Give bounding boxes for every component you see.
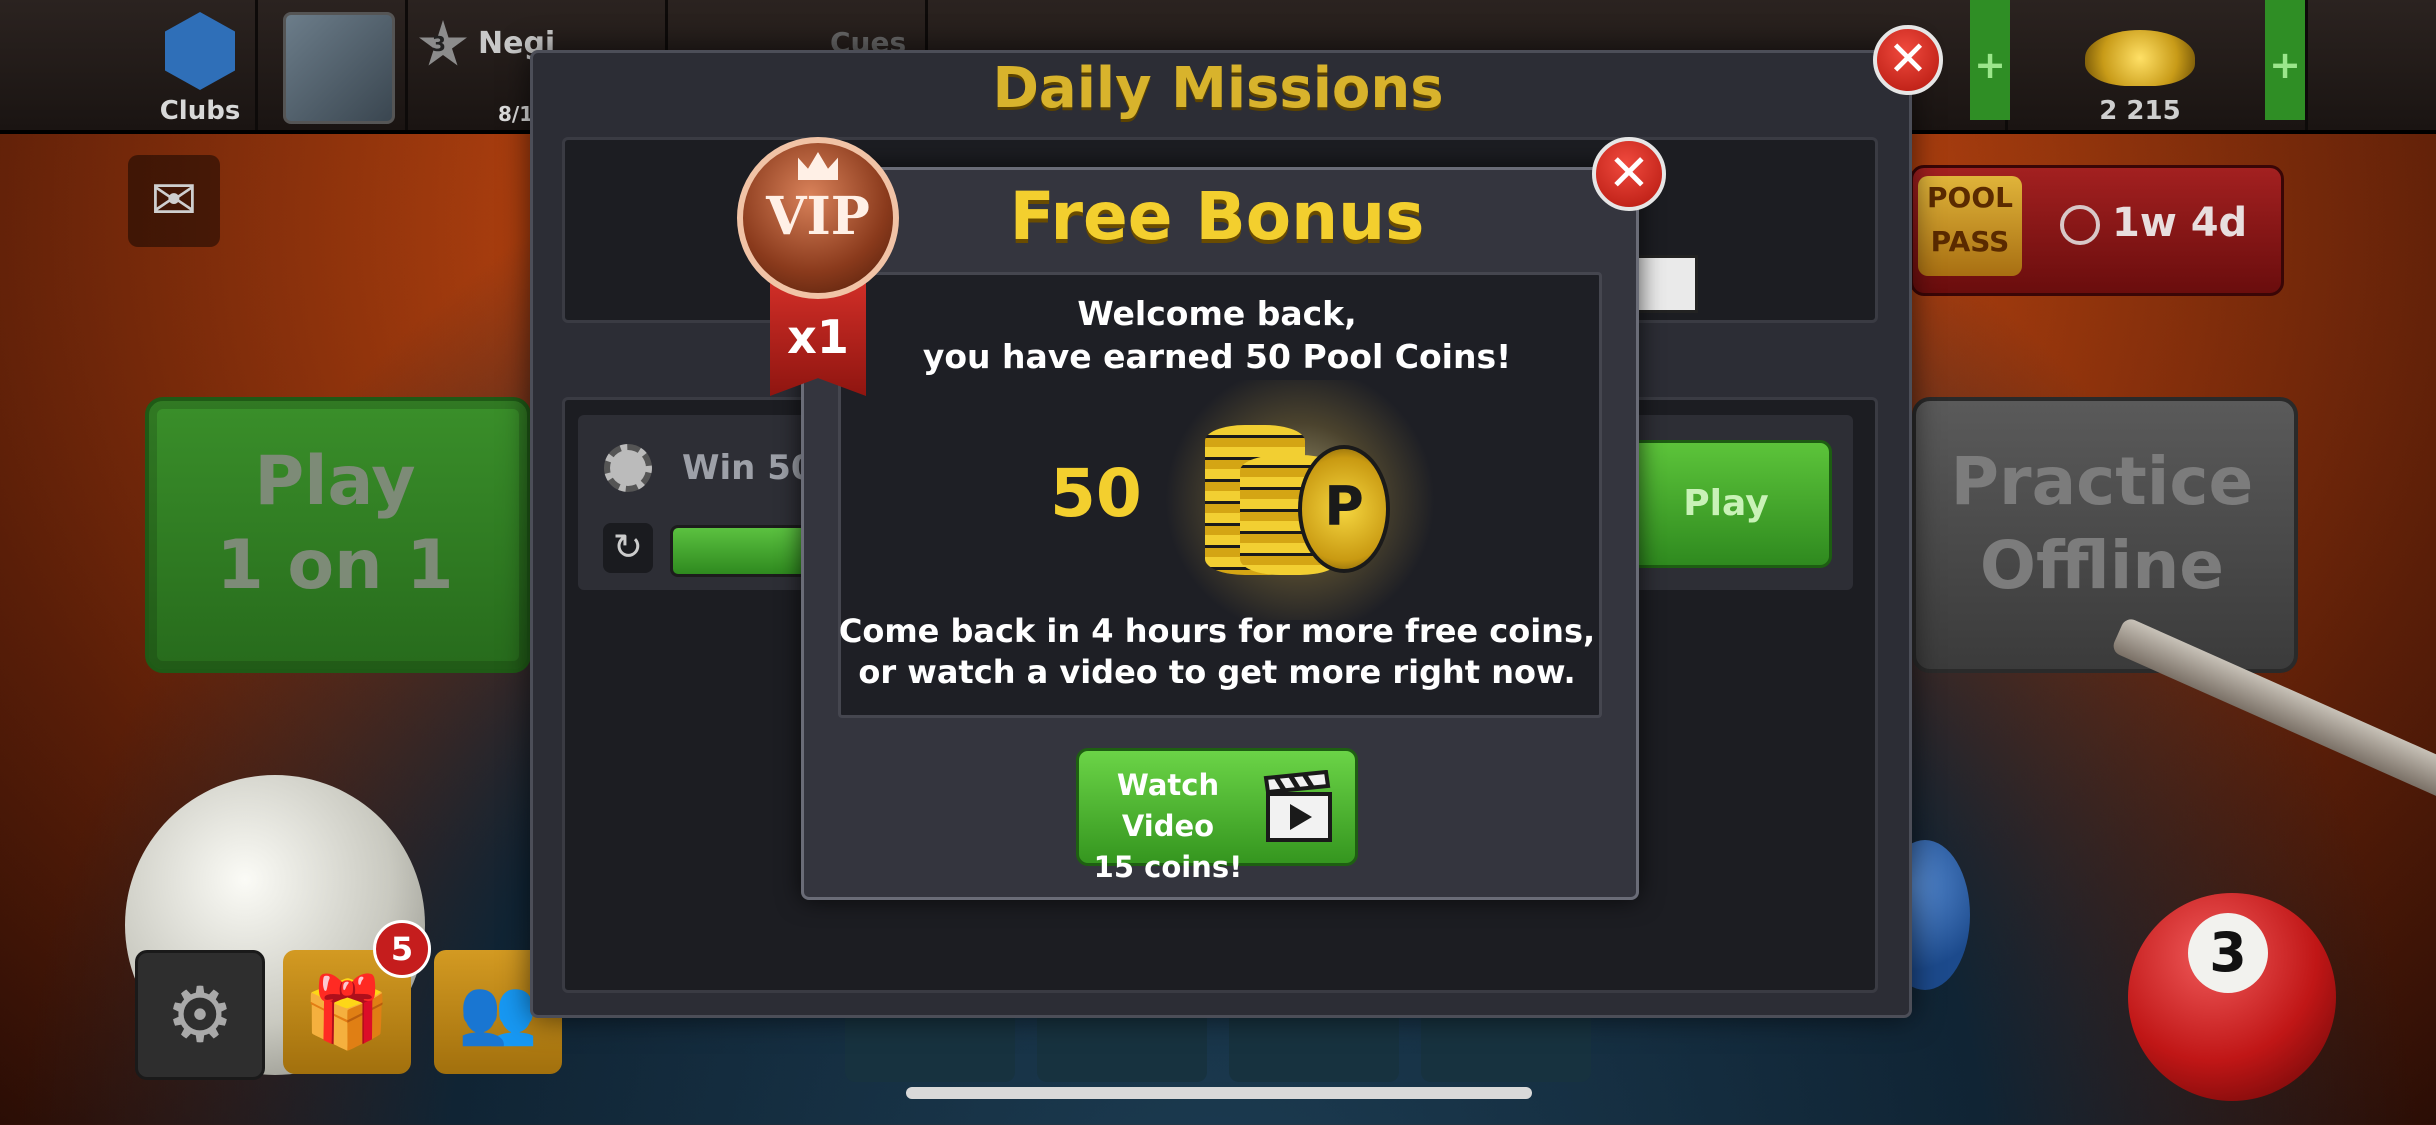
watch-line1: Watch Video (1116, 768, 1220, 843)
practice-offline-label: Practice Offline (1912, 440, 2292, 608)
gift-count-badge: 5 (373, 920, 431, 978)
clapperboard-icon (1263, 770, 1332, 842)
vip-multiplier: x1 (787, 310, 849, 364)
refresh-icon[interactable]: ↻ (603, 523, 653, 573)
bottom-slot[interactable] (1229, 1010, 1399, 1082)
bottom-slot[interactable] (845, 1010, 1015, 1082)
play-line1: Play (254, 442, 416, 521)
message-line2: or watch a video to get more right now. (858, 653, 1576, 691)
welcome-line1: Welcome back, (1077, 294, 1357, 333)
bonus-amount: 50 (1050, 455, 1142, 532)
close-icon[interactable]: ✕ (1873, 25, 1943, 95)
play-line2: 1 on 1 (216, 526, 454, 605)
home-indicator[interactable] (906, 1087, 1532, 1099)
level-number: 3 (432, 32, 446, 56)
avatar[interactable] (283, 12, 395, 124)
bonus-info-message: Come back in 4 hours for more free coins… (838, 611, 1596, 693)
welcome-line2: you have earned 50 Pool Coins! (922, 337, 1512, 376)
welcome-message: Welcome back, you have earned 50 Pool Co… (838, 292, 1596, 378)
mail-icon[interactable]: ✉ (128, 155, 220, 247)
clapperboard-icon (1630, 255, 1698, 313)
coins-icon (2085, 30, 2195, 86)
bottom-slot[interactable] (1421, 1010, 1591, 1082)
pool-coin-icon: P (1298, 445, 1390, 573)
clubs-label: Clubs (159, 96, 241, 126)
mission-play-button[interactable]: Play (1620, 440, 1832, 568)
pool-pass-time: 1w 4d (2112, 200, 2248, 246)
coin-total: 2 215 (2099, 96, 2181, 126)
message-line1: Come back in 4 hours for more free coins… (838, 612, 1596, 650)
watch-line2: 15 coins! (1093, 850, 1243, 884)
practice-line1: Practice (1950, 443, 2254, 520)
practice-line2: Offline (1979, 527, 2225, 604)
close-icon[interactable]: ✕ (1592, 137, 1666, 211)
bottom-slot[interactable] (1037, 1010, 1207, 1082)
add-cash-button[interactable]: + (1970, 0, 2010, 120)
free-bonus-title: Free Bonus (1009, 178, 1425, 255)
daily-missions-title: Daily Missions (992, 56, 1444, 121)
watch-video-label: Watch Video 15 coins! (1078, 765, 1258, 888)
mission-text: Win 50 (682, 448, 815, 488)
gear-icon[interactable]: ⚙ (135, 950, 265, 1080)
play-1on1-label: Play 1 on 1 (145, 440, 525, 608)
pool-pass-logo: POOL PASS (1918, 176, 2022, 276)
clock-icon (2060, 205, 2100, 245)
xp-progress-text: 8/1 (498, 102, 534, 126)
ball-3-number: 3 (2188, 913, 2268, 993)
vip-label: VIP (766, 186, 870, 247)
poker-chip-icon (604, 444, 652, 492)
add-coins-button[interactable]: + (2265, 0, 2305, 120)
